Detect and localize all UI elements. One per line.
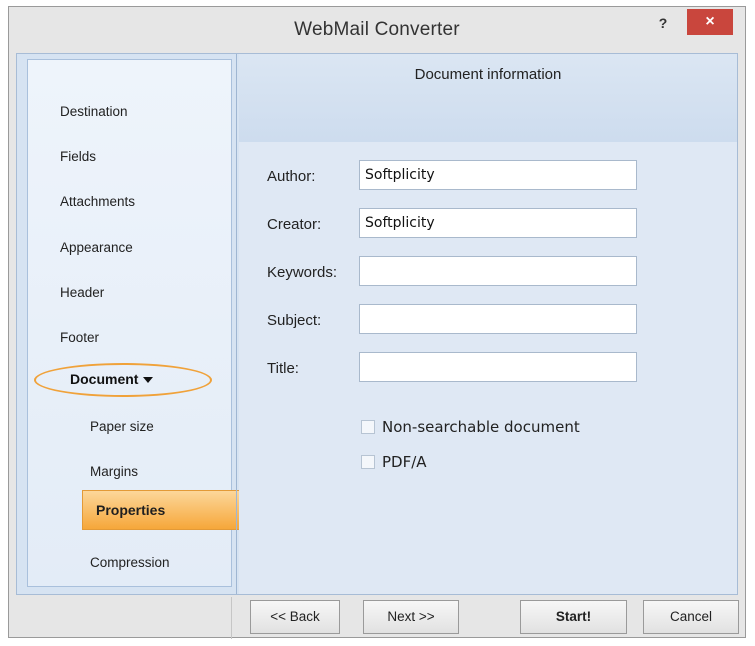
panel-header: Document information (239, 54, 737, 142)
button-bar: << Back Next >> Start! Cancel (9, 597, 745, 639)
sidebar-item-document-label: Document (70, 371, 139, 387)
sidebar-item-document[interactable]: Document (70, 371, 154, 387)
caret-down-icon (143, 377, 154, 384)
help-button[interactable]: ? (653, 13, 673, 33)
back-button[interactable]: << Back (250, 600, 340, 634)
start-button[interactable]: Start! (520, 600, 627, 634)
author-label: Author: (267, 168, 316, 185)
pdfa-checkbox[interactable] (361, 455, 375, 469)
keywords-label: Keywords: (267, 264, 338, 281)
title-label: Title: (267, 360, 299, 377)
close-button[interactable]: × (687, 9, 733, 35)
sidebar-nav: Destination Fields Attachments Appearanc… (27, 59, 240, 587)
subject-field[interactable] (359, 304, 637, 334)
button-bar-separator (231, 597, 232, 639)
window-title: WebMail Converter (294, 19, 460, 40)
sidebar-subitem-properties[interactable]: Properties (82, 490, 240, 530)
sidebar-item-fields[interactable]: Fields (60, 149, 96, 164)
sidebar-item-header[interactable]: Header (60, 285, 104, 300)
title-bar: WebMail Converter ? × (9, 7, 745, 53)
sidebar-item-appearance[interactable]: Appearance (60, 240, 133, 255)
sidebar-subitem-paper-size[interactable]: Paper size (90, 419, 154, 434)
pdfa-label: PDF/A (382, 453, 427, 471)
creator-field[interactable] (359, 208, 637, 238)
panel-title: Document information (414, 66, 562, 83)
sidebar-item-attachments[interactable]: Attachments (60, 194, 135, 209)
creator-label: Creator: (267, 216, 322, 233)
sidebar-subitem-properties-label: Properties (96, 502, 166, 518)
sidebar-subitem-margins[interactable]: Margins (90, 464, 138, 479)
dialog-body: Destination Fields Attachments Appearanc… (16, 53, 738, 595)
keywords-field[interactable] (359, 256, 637, 286)
non-searchable-checkbox[interactable] (361, 420, 375, 434)
next-button[interactable]: Next >> (363, 600, 459, 634)
sidebar-item-footer[interactable]: Footer (60, 330, 99, 345)
sidebar-subitem-compression[interactable]: Compression (90, 555, 170, 570)
subject-label: Subject: (267, 312, 322, 329)
title-field[interactable] (359, 352, 637, 382)
properties-form: Author: Creator: Keywords: Subject: Titl… (239, 142, 737, 594)
app-window: WebMail Converter ? × Destination Fields… (8, 6, 746, 639)
non-searchable-label: Non-searchable document (382, 418, 580, 436)
cancel-button[interactable]: Cancel (643, 600, 739, 634)
author-field[interactable] (359, 160, 637, 190)
panel-divider (236, 54, 237, 594)
sidebar-item-destination[interactable]: Destination (60, 104, 128, 119)
